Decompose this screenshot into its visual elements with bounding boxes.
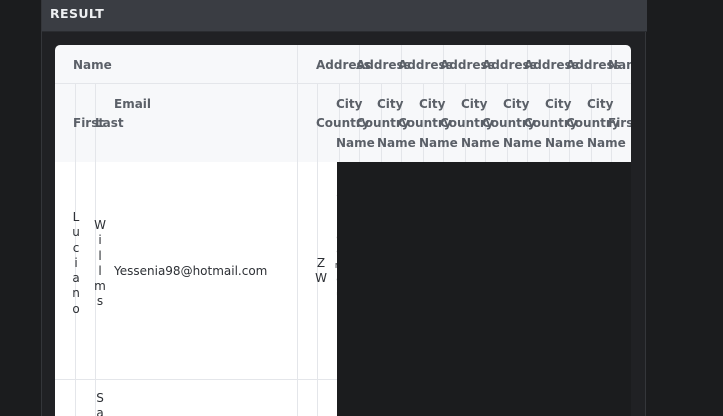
panel-header: RESULT — [42, 0, 647, 32]
column-divider — [297, 45, 298, 162]
table-body: Luciano Willms Yessenia98@hotmail.com ZW… — [55, 162, 337, 416]
header-country-name[interactable]: Name — [545, 134, 584, 153]
header-name-group[interactable]: Name — [73, 56, 112, 75]
header-city[interactable]: City — [419, 95, 445, 114]
header-country-name[interactable]: Name — [587, 134, 626, 153]
column-divider — [317, 162, 318, 416]
header-row-divider — [55, 83, 631, 84]
cell-last-name: Willms — [94, 218, 106, 309]
cell-last-name: Sa — [96, 391, 104, 416]
header-country-name[interactable]: Name — [503, 134, 542, 153]
table-overflow-area — [337, 162, 631, 416]
header-city[interactable]: City — [545, 95, 571, 114]
panel-title: RESULT — [50, 6, 105, 21]
header-city[interactable]: City — [503, 95, 529, 114]
cell-country-name: ZW — [315, 256, 327, 286]
header-city[interactable]: City — [461, 95, 487, 114]
header-city[interactable]: City — [336, 95, 362, 114]
header-name-group-cut[interactable]: Nam — [608, 56, 631, 75]
column-divider — [297, 162, 298, 416]
header-country-name[interactable]: Name — [461, 134, 500, 153]
header-city[interactable]: City — [377, 95, 403, 114]
header-last[interactable]: Last — [95, 114, 124, 133]
cell-first-name: Luciano — [72, 210, 80, 316]
table-header: Name Address Address Address Address Add… — [55, 45, 631, 162]
row-divider — [55, 379, 337, 380]
header-email[interactable]: Email — [114, 95, 151, 114]
header-city[interactable]: City — [587, 95, 613, 114]
cell-email: Yessenia98@hotmail.com — [114, 264, 268, 278]
header-first-cut[interactable]: First — [608, 114, 631, 133]
header-country-name[interactable]: Name — [336, 134, 375, 153]
header-country-name[interactable]: Name — [377, 134, 416, 153]
header-country-name[interactable]: Name — [419, 134, 458, 153]
